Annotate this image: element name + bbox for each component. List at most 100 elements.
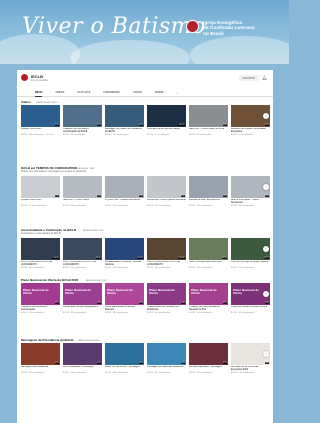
video-meta: IECLB · 246 visualizações · há 1 dia: [21, 133, 54, 136]
video-thumbnail[interactable]: 3:33: [189, 343, 228, 365]
video-card[interactable]: Plano Nacional de Oferta 3:21 Trabalho jun…: [189, 283, 228, 314]
video-thumbnail[interactable]: 3:10: [63, 343, 102, 365]
play-all-button[interactable]: REPRODUZIR TUDO: [78, 340, 99, 342]
video-duration: 55:21: [263, 257, 269, 259]
video-card[interactable]: 1:10:05 CULTO DOMINICAL DATA DE LANÇAMENT…: [21, 238, 60, 269]
video-card[interactable]: 2:58 Melodia da vida - Ecumenismo IECLB · …: [189, 176, 228, 207]
video-thumbnail[interactable]: 4:12: [63, 105, 102, 127]
play-all-wrap: REPRODUZIR TUDO: [68, 166, 95, 170]
shelf-1: IECLB em TEMPOS DE CORONAVÍRUS REPRODUZIR…: [17, 166, 273, 226]
video-card[interactable]: 5:02 Jesus, Luz do Mundo - Mensagem IECLB …: [105, 343, 144, 374]
shelf-title[interactable]: Mensagens da Presidência da IECLB: [21, 338, 74, 342]
video-thumbnail[interactable]: 2:31: [21, 105, 60, 127]
video-thumbnail[interactable]: 22:14: [105, 238, 144, 260]
tab-sobre[interactable]: SOBRE: [155, 89, 164, 97]
org-line: no Brasil: [203, 31, 224, 37]
chevron-right-icon[interactable]: ›: [263, 184, 269, 190]
video-card[interactable]: 6:03 Mensagem do Pastor do Presidente da …: [105, 105, 144, 136]
video-meta: IECLB · 180 visualizações: [147, 266, 171, 269]
video-meta: IECLB · 210 visualizações: [231, 371, 255, 374]
play-all-button[interactable]: REPRODUZIR TUDO: [36, 102, 57, 104]
shelf-title[interactable]: Plano Nacional de Oferta da IECLB 2020: [21, 278, 78, 282]
video-card[interactable]: 4:12 Trabalho com Mulheres e Coordenação …: [63, 105, 102, 136]
tab-videos[interactable]: VÍDEOS: [55, 89, 64, 97]
video-card[interactable]: 4:30 O Que é Paz - Oração Devocional IECLB…: [105, 176, 144, 207]
video-card[interactable]: Plano Nacional de Oferta 2:58 Trabalho jun…: [147, 283, 186, 314]
video-duration: 2:31: [54, 124, 59, 126]
video-thumbnail[interactable]: 4:30: [105, 176, 144, 198]
video-card[interactable]: 1:02:30 CULTO DOMINICAL CULTO DE LANÇAMEN…: [147, 238, 186, 269]
video-meta: IECLB · 160 visualizações: [105, 311, 129, 314]
video-card[interactable]: 2:50 Dia Nacional da Juventude Evangélica…: [231, 343, 270, 374]
video-card[interactable]: 5:02 Deus é meu pastor - Salmo Devocional…: [231, 176, 270, 207]
tab-canais[interactable]: CANAIS: [133, 89, 142, 97]
video-card[interactable]: 2:31 Quando você ouviu... IECLB · 246 visu…: [21, 105, 60, 136]
video-row: 2:31 Quando você ouviu... IECLB · 246 visu…: [21, 105, 273, 136]
video-thumbnail[interactable]: 2:11: [21, 176, 60, 198]
video-card[interactable]: 3:33 Dia das Mães 2020 - Mensagem IECLB · …: [189, 343, 228, 374]
video-duration: 4:20: [54, 362, 59, 364]
video-card[interactable]: 49:10 Culto - Paróquia das Ascensões IECLB…: [189, 238, 228, 269]
video-thumbnail[interactable]: 2:58: [189, 176, 228, 198]
video-card[interactable]: 3:10 Dia do Estudante - Mensagem IECLB · 3…: [63, 343, 102, 374]
video-card[interactable]: 55:21 Culto de Domingo da Igreja Catedral…: [231, 238, 270, 269]
video-thumbnail[interactable]: 3:51: [147, 176, 186, 198]
video-card[interactable]: 22:14 Solidariedade e Mudança - Sermão Na…: [105, 238, 144, 269]
video-card[interactable]: Plano Nacional de Oferta 3:12 Trabalho com…: [21, 283, 60, 314]
video-thumbnail[interactable]: 4:45: [147, 343, 186, 365]
video-duration: 3:51: [180, 195, 185, 197]
video-thumbnail[interactable]: 5:02: [105, 343, 144, 365]
video-meta: IECLB · 830 visualizações: [63, 204, 87, 207]
video-card[interactable]: 5:20 Momento de Oração Comunidade Evangél…: [231, 105, 270, 136]
chevron-right-icon[interactable]: ›: [263, 113, 269, 119]
video-thumbnail[interactable]: 1:02:30: [147, 238, 186, 260]
video-thumbnail[interactable]: Plano Nacional de Oferta 3:05: [105, 283, 144, 305]
shelf-title[interactable]: Ancestralidade e Celebração na IECLB: [21, 228, 76, 232]
video-card[interactable]: 3:51 Devocional - Deixe Quando Acontecer I…: [147, 176, 186, 207]
video-card[interactable]: 3:45 Salmo 90 - O Bom Pastor da Terra IECL…: [189, 105, 228, 136]
tab-inicio[interactable]: INÍCIO: [35, 89, 43, 97]
video-duration: 1:02:11: [178, 124, 185, 126]
tab-playlists[interactable]: PLAYLISTS: [77, 89, 90, 97]
video-thumbnail[interactable]: 58:40: [63, 238, 102, 260]
video-thumbnail[interactable]: Plano Nacional de Oferta 3:12: [21, 283, 60, 305]
avatar[interactable]: [21, 74, 28, 81]
video-card[interactable]: 4:20 Mensagem da Presidência IECLB · 450 v…: [21, 343, 60, 374]
chevron-right-icon[interactable]: ›: [263, 351, 269, 357]
banner-cloud: [70, 40, 190, 64]
video-duration: 2:58: [222, 195, 227, 197]
bell-icon[interactable]: 🔔︎: [262, 75, 267, 80]
video-card[interactable]: 1:02:11 Culto Ecumênico Dia de Oração IECL…: [147, 105, 186, 136]
video-meta: IECLB · 540 visualizações: [105, 204, 129, 207]
video-thumbnail[interactable]: 49:10: [189, 238, 228, 260]
chevron-right-icon[interactable]: ›: [263, 246, 269, 252]
chevron-right-icon[interactable]: ›: [263, 291, 269, 297]
search-icon[interactable]: ⌕: [176, 89, 178, 96]
video-duration: 3:12: [54, 302, 59, 304]
video-card[interactable]: 4:45 Mensagem de Natal da Presidência IECL…: [147, 343, 186, 374]
video-thumbnail[interactable]: 3:04: [63, 176, 102, 198]
video-thumbnail[interactable]: Plano Nacional de Oferta 2:40: [63, 283, 102, 305]
video-thumbnail[interactable]: 1:02:11: [147, 105, 186, 127]
video-card[interactable]: 58:40 CULTO DOMINICAL JUNTO DE LANÇAMENTO…: [63, 238, 102, 269]
play-all-button[interactable]: REPRODUZIR TUDO: [86, 280, 107, 282]
video-card[interactable]: Plano Nacional de Oferta 2:40 Missão para …: [63, 283, 102, 314]
video-card[interactable]: Plano Nacional de Oferta 3:05 Oferta para …: [105, 283, 144, 314]
video-thumbnail[interactable]: Plano Nacional de Oferta 3:21: [189, 283, 228, 305]
video-thumbnail[interactable]: Plano Nacional de Oferta 2:58: [147, 283, 186, 305]
video-row: 1:10:05 CULTO DOMINICAL DATA DE LANÇAMENT…: [21, 238, 273, 269]
video-thumbnail[interactable]: 1:10:05: [21, 238, 60, 260]
video-thumbnail[interactable]: 4:20: [21, 343, 60, 365]
play-all-wrap: REPRODUZIR TUDO: [77, 228, 104, 232]
play-all-wrap: REPRODUZIR TUDO: [30, 100, 57, 104]
video-duration: 6:03: [138, 124, 143, 126]
video-duration: 2:11: [54, 195, 59, 197]
tab-comunidade[interactable]: COMUNIDADE: [103, 89, 119, 97]
video-meta: IECLB · 120 visualizações: [189, 311, 213, 314]
video-thumbnail[interactable]: 3:45: [189, 105, 228, 127]
video-card[interactable]: 3:04 Salmo 90 - O Bom Pastor IECLB · 830 v…: [63, 176, 102, 207]
video-thumbnail[interactable]: 6:03: [105, 105, 144, 127]
video-card[interactable]: 2:11 Quando você ouviu... IECLB · 1,2 mil …: [21, 176, 60, 207]
subscribe-button[interactable]: INSCRITO: [238, 75, 259, 81]
video-card[interactable]: Plano Nacional de Oferta 2:30 Projeto de M…: [231, 283, 270, 314]
